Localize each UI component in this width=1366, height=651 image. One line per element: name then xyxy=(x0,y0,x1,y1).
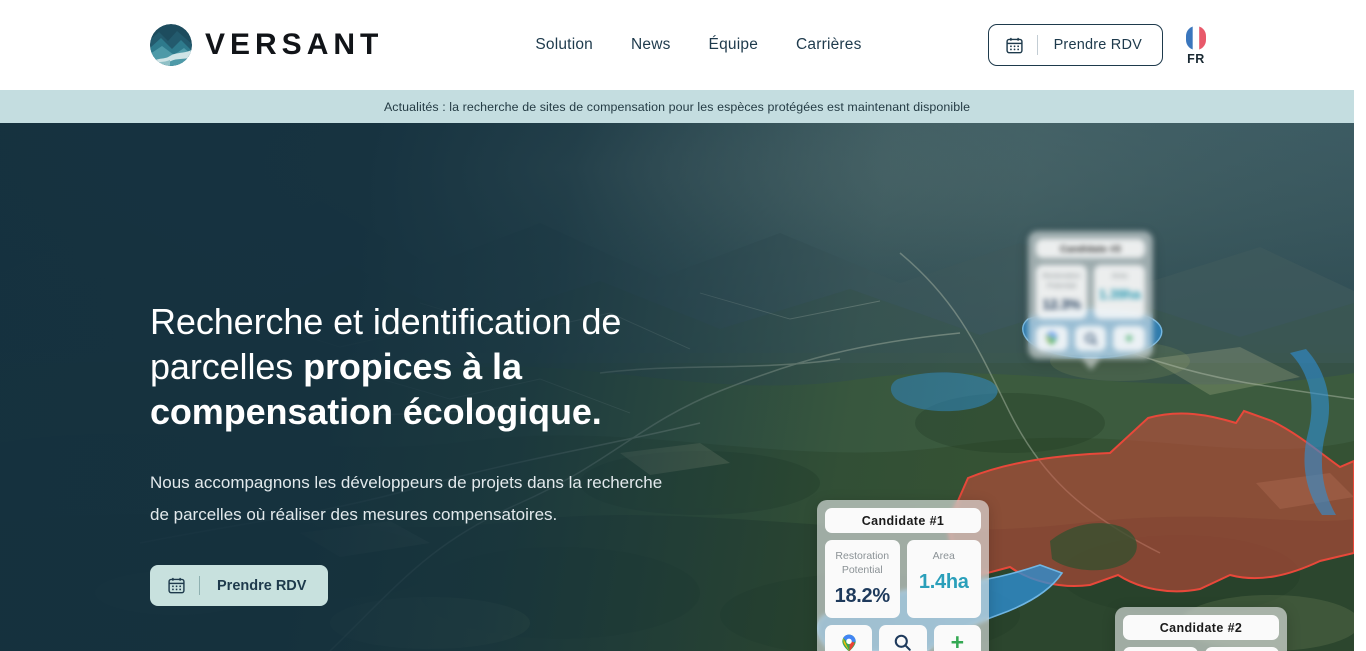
stat-label: Restoration Potential xyxy=(1042,271,1081,290)
mountain-lake-logo-icon xyxy=(150,24,192,66)
nav-item-solution[interactable]: Solution xyxy=(533,32,595,58)
announcement-text: Actualités : la recherche de sites de co… xyxy=(383,99,971,114)
stat-restoration-potential: Restoration Potential 18.2% xyxy=(825,540,900,618)
google-maps-pin-icon[interactable] xyxy=(825,625,873,651)
hero-content: Recherche et identification de parcelles… xyxy=(150,299,710,606)
candidate-card-1[interactable]: Candidate #1 Restoration Potential 18.2%… xyxy=(817,500,989,651)
hero-prendre-rdv-label: Prendre RDV xyxy=(217,577,307,594)
add-plus-icon[interactable]: + xyxy=(1113,326,1146,351)
hero-title: Recherche et identification de parcelles… xyxy=(150,299,710,434)
language-selector[interactable]: FR xyxy=(1183,25,1209,66)
announcement-bar[interactable]: Actualités : la recherche de sites de co… xyxy=(0,90,1354,123)
candidate-card-stats: Restoration Potential 11.2% Area 0.77ha xyxy=(1123,647,1279,651)
google-maps-pin-icon[interactable] xyxy=(1036,326,1068,351)
stat-area: Area 0.77ha xyxy=(1204,647,1279,651)
candidate-card-title: Candidate #3 xyxy=(1036,239,1145,258)
flag-france-icon xyxy=(1183,25,1209,51)
calendar-icon xyxy=(989,36,1037,55)
nav-item-news[interactable]: News xyxy=(629,32,673,58)
stat-restoration-potential: Restoration Potential 12.3% xyxy=(1036,265,1087,319)
scrollbar-gutter[interactable] xyxy=(1354,0,1366,651)
stat-area: Area 1.39ha xyxy=(1094,265,1145,319)
calendar-icon xyxy=(150,576,199,595)
candidate-card-stats: Restoration Potential 12.3% Area 1.39ha xyxy=(1036,265,1145,319)
hero-section: Recherche et identification de parcelles… xyxy=(0,123,1354,651)
stat-restoration-potential: Restoration Potential 11.2% xyxy=(1123,647,1198,651)
stat-area: Area 1.4ha xyxy=(906,540,981,618)
candidate-card-actions: + xyxy=(1036,326,1146,351)
candidate-card-background[interactable]: Candidate #3 Restoration Potential 12.3%… xyxy=(1028,231,1153,370)
site-header: VERSANT Solution News Équipe Carrières P… xyxy=(0,0,1354,90)
candidate-card-2[interactable]: Candidate #2 Restoration Potential 11.2%… xyxy=(1115,607,1287,651)
main-navigation: Solution News Équipe Carrières xyxy=(533,32,863,58)
nav-item-carrieres[interactable]: Carrières xyxy=(794,32,864,58)
candidate-card-title: Candidate #2 xyxy=(1123,615,1279,640)
hero-subtitle: Nous accompagnons les développeurs de pr… xyxy=(150,473,663,524)
stat-value: 18.2% xyxy=(834,585,891,607)
header-prendre-rdv-label: Prendre RDV xyxy=(1053,37,1142,53)
brand-logo[interactable]: VERSANT xyxy=(150,24,383,66)
search-icon[interactable] xyxy=(879,625,927,651)
header-prendre-rdv-button[interactable]: Prendre RDV xyxy=(987,24,1163,66)
landing-page: VERSANT Solution News Équipe Carrières P… xyxy=(0,0,1354,651)
header-actions: Prendre RDV FR xyxy=(987,0,1209,90)
search-icon[interactable] xyxy=(1074,326,1107,351)
brand-name: VERSANT xyxy=(205,28,384,61)
stat-value: 12.3% xyxy=(1042,296,1081,312)
candidate-card-title: Candidate #1 xyxy=(825,508,981,533)
nav-item-equipe[interactable]: Équipe xyxy=(707,32,760,58)
candidate-card-actions: + xyxy=(825,625,981,651)
stat-label: Restoration Potential xyxy=(835,550,890,576)
card-pointer-tail xyxy=(1080,358,1101,370)
stat-value: 1.39ha xyxy=(1098,286,1141,302)
plus-glyph: + xyxy=(1124,330,1134,347)
stat-label: Area xyxy=(932,550,955,562)
language-code: FR xyxy=(1187,51,1205,66)
add-plus-icon[interactable]: + xyxy=(933,625,981,651)
plus-glyph: + xyxy=(950,629,965,651)
candidate-card-stats: Restoration Potential 18.2% Area 1.4ha xyxy=(825,540,981,618)
hero-prendre-rdv-button[interactable]: Prendre RDV xyxy=(150,565,329,606)
stat-value: 1.4ha xyxy=(918,571,969,593)
stat-label: Area xyxy=(1111,271,1128,280)
